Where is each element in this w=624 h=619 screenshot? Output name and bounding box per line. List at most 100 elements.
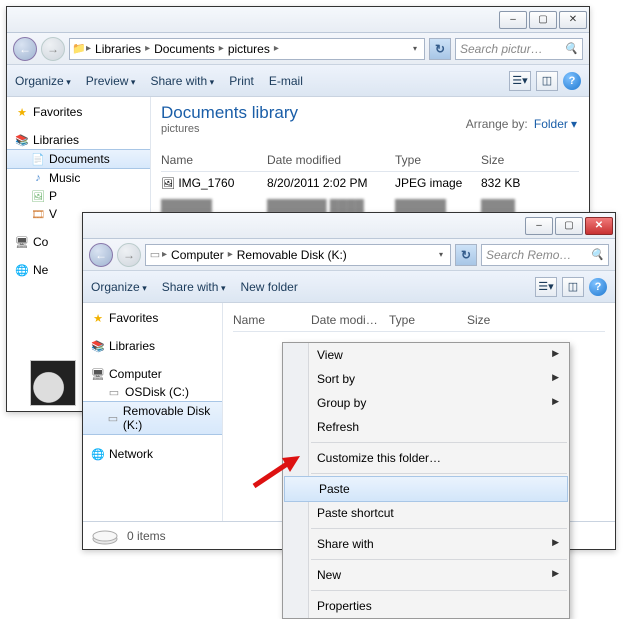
titlebar[interactable]: – ▢ ✕ [83,213,615,239]
drive-icon: ▭ [107,385,121,399]
email-button[interactable]: E-mail [269,74,303,88]
computer-icon: 🖥 [91,367,105,381]
col-date[interactable]: Date modified [267,149,395,171]
help-button[interactable]: ? [589,278,607,296]
sidebar-item-label: Ne [33,263,48,277]
minimize-button[interactable]: – [525,217,553,235]
maximize-button[interactable]: ▢ [555,217,583,235]
navbar: ← → ▭ ▸ Computer ▸ Removable Disk (K:) ▾… [83,239,615,271]
separator [311,528,567,529]
col-date[interactable]: Date modi… [311,309,389,331]
document-icon: 📄 [31,152,45,166]
cell-name: 🖼 IMG_1760 [161,176,267,191]
maximize-button[interactable]: ▢ [529,11,557,29]
print-button[interactable]: Print [229,74,254,88]
search-input[interactable]: Search pictur… 🔍 [455,38,583,60]
minimize-button[interactable]: – [499,11,527,29]
ctx-paste-shortcut[interactable]: Paste shortcut [283,501,569,525]
col-size[interactable]: Size [481,149,541,171]
share-with-menu[interactable]: Share with [162,280,226,294]
forward-button[interactable]: → [117,243,141,267]
search-placeholder: Search pictur… [460,42,543,56]
forward-button[interactable]: → [41,37,65,61]
sidebar-item-pictures[interactable]: 🖼P [7,187,150,205]
context-menu: View Sort by Group by Refresh Customize … [282,342,570,619]
col-size[interactable]: Size [467,309,527,331]
ctx-share-with[interactable]: Share with [283,532,569,556]
music-icon: ♪ [31,171,45,185]
sidebar-item-osdisk[interactable]: ▭OSDisk (C:) [83,383,222,401]
drive-icon: ▭ [148,248,162,262]
pictures-icon: 🖼 [31,189,45,203]
network-icon: 🌐 [15,263,29,277]
share-with-menu[interactable]: Share with [150,74,214,88]
libraries-icon: 📚 [15,133,29,147]
preview-pane-button[interactable]: ◫ [562,277,584,297]
back-button[interactable]: ← [89,243,113,267]
videos-icon: 🎞 [31,207,45,221]
preview-menu[interactable]: Preview [86,74,136,88]
back-button[interactable]: ← [13,37,37,61]
view-options-button[interactable]: ☰▾ [535,277,557,297]
sidebar-item-network[interactable]: 🌐Network [83,445,222,463]
status-text: 0 items [127,529,166,543]
image-icon: 🖼 [161,177,175,191]
search-icon: 🔍 [564,42,578,56]
refresh-button[interactable]: ↻ [429,38,451,60]
star-icon: ★ [15,105,29,119]
sidebar-item-libraries[interactable]: 📚Libraries [7,131,150,149]
address-bar[interactable]: ▭ ▸ Computer ▸ Removable Disk (K:) ▾ [145,244,451,266]
breadcrumb[interactable]: Computer [167,248,228,262]
address-dropdown-icon[interactable]: ▾ [408,44,422,53]
sidebar-item-documents[interactable]: 📄Documents [7,149,150,169]
help-button[interactable]: ? [563,72,581,90]
drive-icon [91,527,119,545]
sidebar-item-removable[interactable]: ▭Removable Disk (K:) [83,401,222,435]
breadcrumb[interactable]: Documents [150,42,219,56]
sidebar-item-computer[interactable]: 🖥 Computer [83,365,222,383]
sidebar-item-label: V [49,207,57,221]
close-button[interactable]: ✕ [559,11,587,29]
ctx-sort-by[interactable]: Sort by [283,367,569,391]
ctx-paste[interactable]: Paste [284,476,568,502]
ctx-refresh[interactable]: Refresh [283,415,569,439]
preview-pane-button[interactable]: ◫ [536,71,558,91]
sidebar-item-favorites[interactable]: ★Favorites [83,309,222,327]
breadcrumb[interactable]: Removable Disk (K:) [233,248,351,262]
separator [311,442,567,443]
organize-menu[interactable]: Organize [15,74,71,88]
address-dropdown-icon[interactable]: ▾ [434,250,448,259]
refresh-button[interactable]: ↻ [455,244,477,266]
sidebar-item-label: Music [49,171,80,185]
sidebar-item-libraries[interactable]: 📚Libraries [83,337,222,355]
breadcrumb[interactable]: pictures [224,42,274,56]
ctx-group-by[interactable]: Group by [283,391,569,415]
sidebar-item-label: Network [109,447,153,461]
col-name[interactable]: Name [161,149,267,171]
ctx-properties[interactable]: Properties [283,594,569,618]
table-row[interactable]: 🖼 IMG_1760 8/20/2011 2:02 PM JPEG image … [161,172,579,195]
arrange-by[interactable]: Arrange by: Folder ▾ [466,117,577,131]
organize-menu[interactable]: Organize [91,280,147,294]
col-type[interactable]: Type [389,309,467,331]
view-options-button[interactable]: ☰▾ [509,71,531,91]
address-bar[interactable]: 📁 ▸ Libraries ▸ Documents ▸ pictures ▸ ▾ [69,38,425,60]
ctx-new[interactable]: New [283,563,569,587]
sidebar-item-label: Computer [109,367,162,381]
breadcrumb[interactable]: Libraries [91,42,145,56]
titlebar[interactable]: – ▢ ✕ [7,7,589,33]
ctx-customize[interactable]: Customize this folder… [283,446,569,470]
search-input[interactable]: Search Remo… 🔍 [481,244,609,266]
nav-pane: ★Favorites 📚Libraries 🖥 Computer ▭OSDisk … [83,303,223,521]
col-type[interactable]: Type [395,149,481,171]
close-button[interactable]: ✕ [585,217,613,235]
arrange-by-value: Folder [534,117,568,131]
sidebar-item-favorites[interactable]: ★Favorites [7,103,150,121]
column-headers[interactable]: Name Date modi… Type Size [233,309,605,332]
chevron-down-icon: ▾ [571,117,577,131]
new-folder-button[interactable]: New folder [240,280,297,294]
ctx-view[interactable]: View [283,343,569,367]
column-headers[interactable]: Name Date modified Type Size [161,149,579,172]
col-name[interactable]: Name [233,309,311,331]
sidebar-item-music[interactable]: ♪ Music [7,169,150,187]
